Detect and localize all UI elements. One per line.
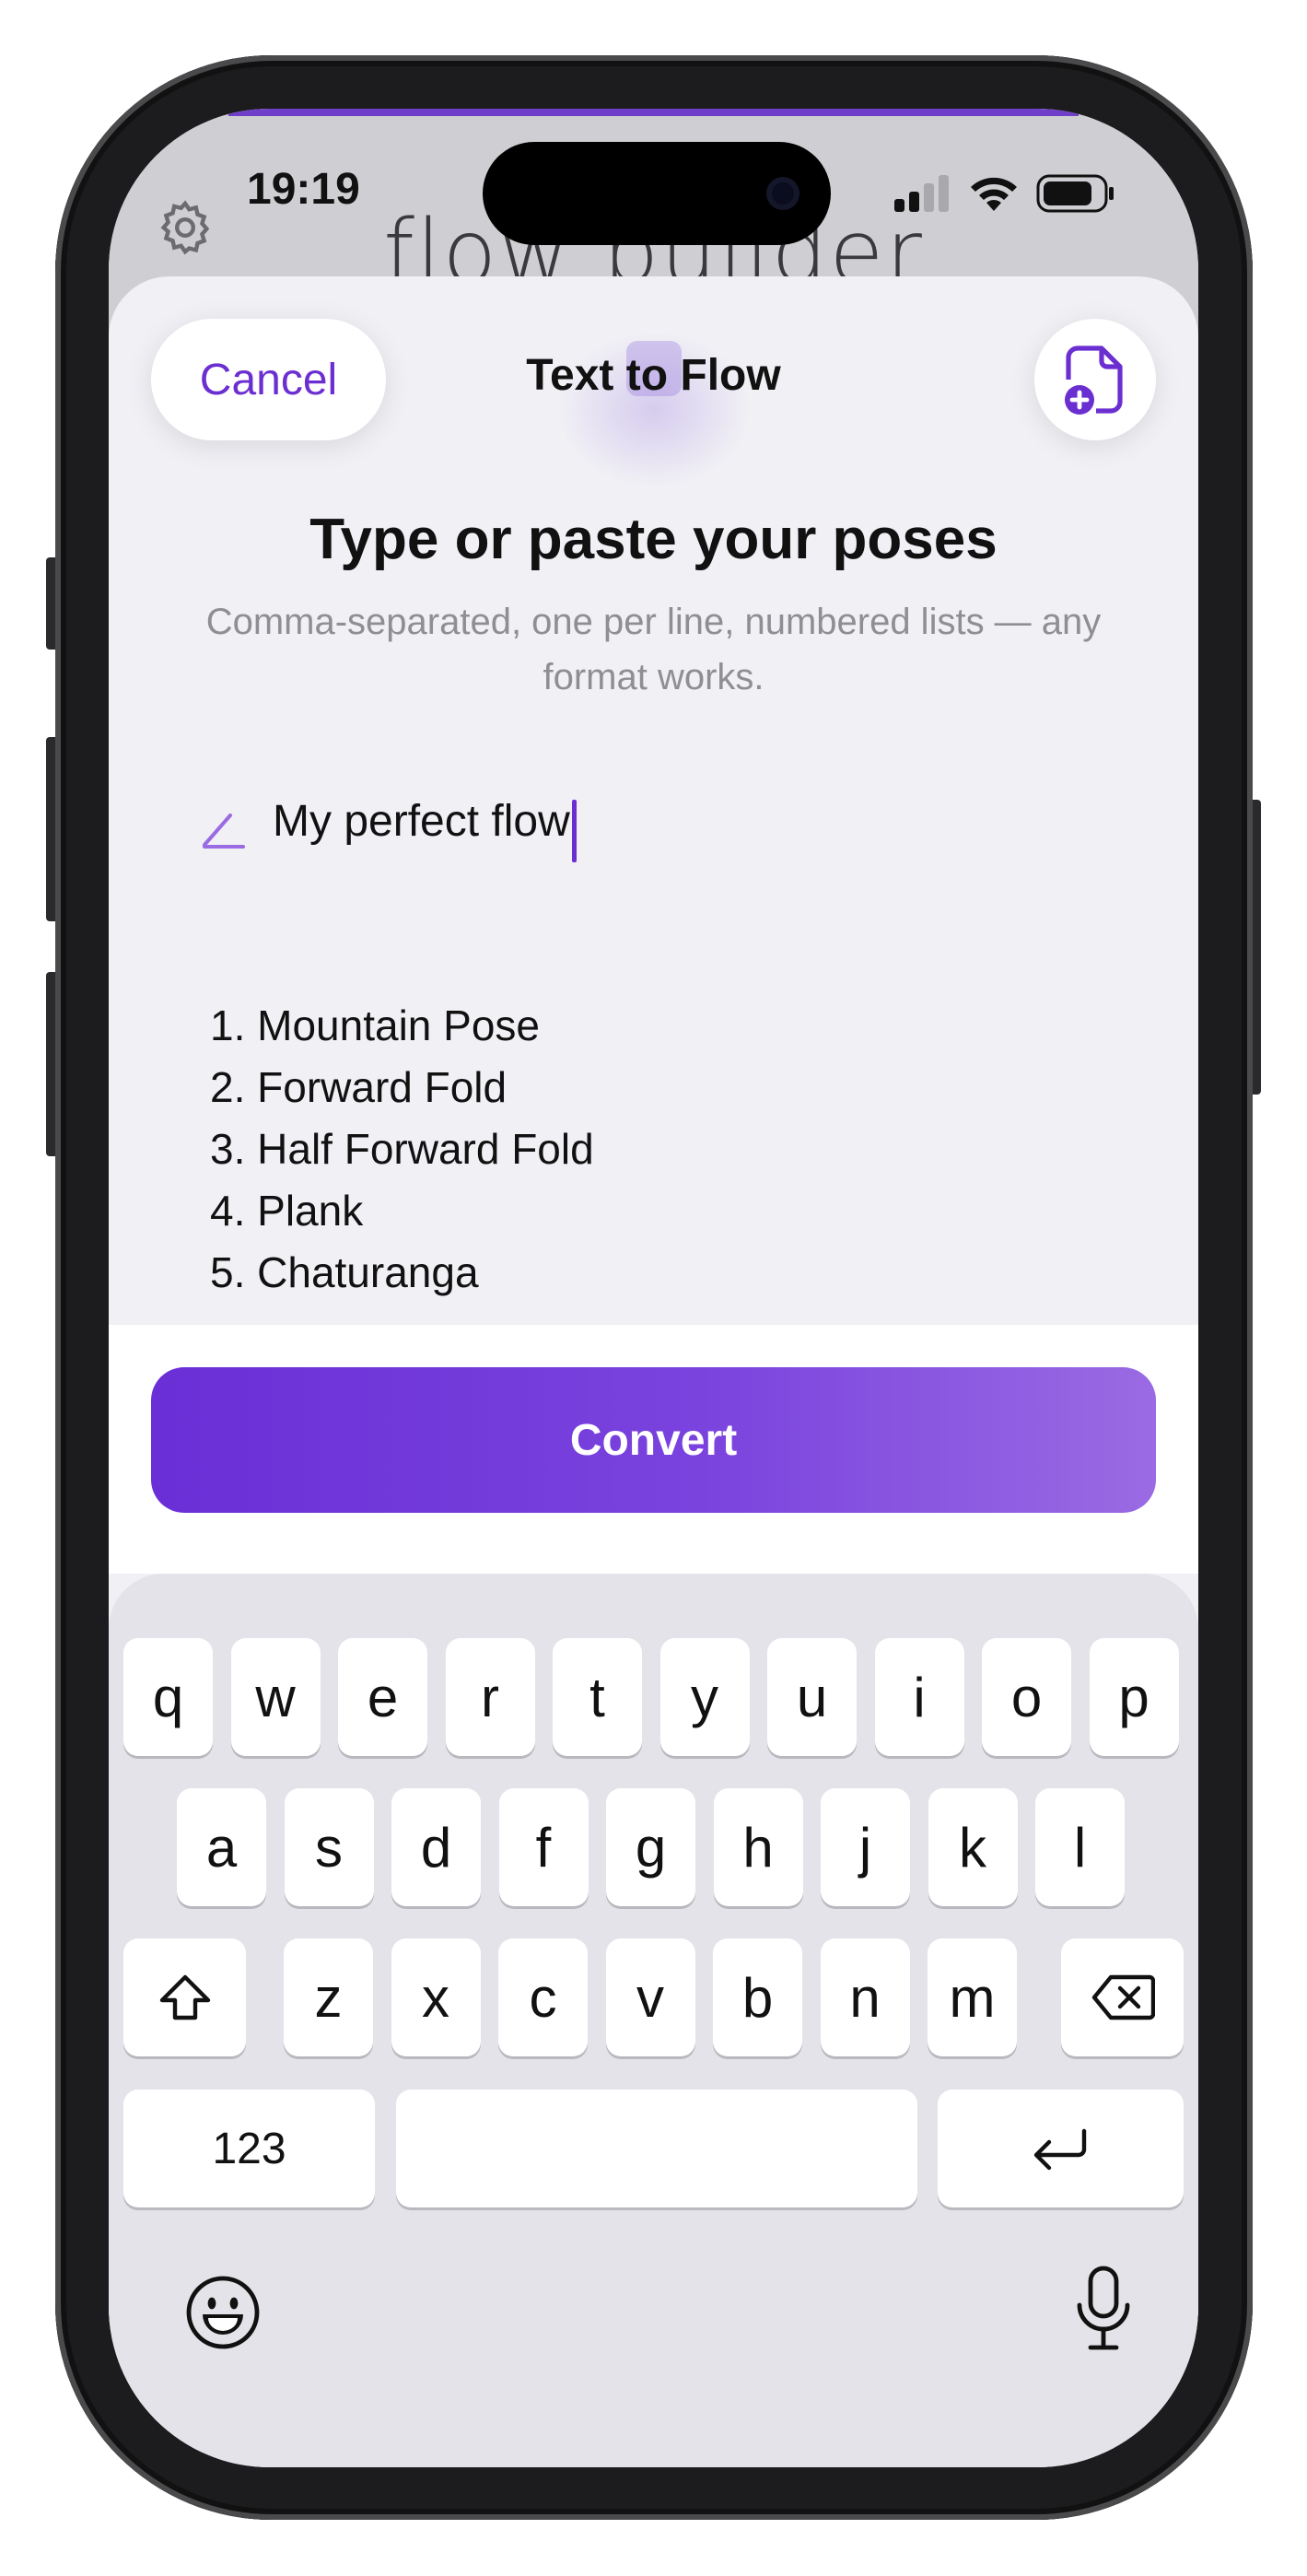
add-document-button[interactable] — [1034, 319, 1156, 440]
shift-icon — [159, 1974, 210, 2020]
key-f[interactable]: f — [498, 1788, 589, 1906]
status-icons — [894, 173, 1115, 214]
screen: flow builder 19:19 Cancel Text to Flow T… — [109, 109, 1198, 2467]
camera — [766, 177, 799, 210]
subtitle: Comma-separated, one per line, numbered … — [205, 602, 1102, 697]
key-u[interactable]: u — [767, 1638, 857, 1756]
signal-icon — [894, 175, 949, 212]
pencil-icon — [203, 814, 245, 849]
key-g[interactable]: g — [606, 1788, 695, 1906]
flow-name-field[interactable]: My perfect flow — [201, 792, 577, 866]
key-n[interactable]: n — [820, 1938, 910, 2056]
key-s[interactable]: s — [284, 1788, 374, 1906]
key-o[interactable]: o — [982, 1638, 1071, 1756]
background-accent-line — [228, 109, 1079, 116]
pose-line: 4. Plank — [210, 1187, 364, 1235]
key-t[interactable]: t — [553, 1638, 642, 1756]
key-d[interactable]: d — [391, 1788, 481, 1906]
emoji-icon[interactable] — [184, 2274, 262, 2351]
key-w[interactable]: w — [230, 1638, 321, 1756]
backspace-key[interactable] — [1061, 1938, 1184, 2056]
backspace-icon — [1091, 1974, 1155, 2020]
key-j[interactable]: j — [821, 1788, 910, 1906]
microphone-icon[interactable] — [1074, 2265, 1133, 2353]
text-cursor — [571, 800, 577, 863]
return-key[interactable] — [938, 2090, 1184, 2207]
poses-text-area[interactable]: 1. Mountain Pose 2. Forward Fold 3. Half F… — [210, 995, 1039, 1299]
status-time: 19:19 — [247, 165, 360, 214]
key-e[interactable]: e — [338, 1638, 427, 1756]
key-m[interactable]: m — [928, 1938, 1017, 2056]
space-key[interactable] — [396, 2090, 917, 2207]
pose-line: 1. Mountain Pose — [210, 1001, 541, 1049]
flow-name-input[interactable]: My perfect flow — [273, 797, 570, 846]
return-icon — [1033, 2128, 1086, 2171]
key-k[interactable]: k — [928, 1788, 1018, 1906]
heading: Type or paste your poses — [309, 508, 998, 571]
add-document-icon — [1065, 345, 1123, 415]
key-i[interactable]: i — [874, 1638, 964, 1756]
key-h[interactable]: h — [713, 1788, 803, 1906]
pose-line: 5. Chaturanga — [210, 1248, 479, 1296]
key-v[interactable]: v — [605, 1938, 695, 2056]
gear-icon — [160, 200, 210, 255]
key-q[interactable]: q — [123, 1638, 213, 1756]
pose-line: 3. Half Forward Fold — [210, 1125, 594, 1173]
pose-line: 2. Forward Fold — [210, 1063, 508, 1111]
key-c[interactable]: c — [498, 1938, 588, 2056]
convert-button[interactable]: Convert — [151, 1367, 1156, 1513]
shift-key[interactable] — [123, 1938, 246, 2056]
key-r[interactable]: r — [445, 1638, 535, 1756]
keyboard: 123 qwertyuiop asdfghjkl zxcvbnm — [109, 1574, 1198, 2467]
key-l[interactable]: l — [1035, 1788, 1125, 1906]
key-z[interactable]: z — [284, 1938, 373, 2056]
key-a[interactable]: a — [177, 1788, 266, 1906]
battery-icon — [1036, 174, 1114, 213]
key-y[interactable]: y — [659, 1638, 750, 1756]
dynamic-island — [483, 142, 831, 245]
numbers-key[interactable]: 123 — [123, 2090, 375, 2207]
key-x[interactable]: x — [391, 1938, 481, 2056]
key-b[interactable]: b — [713, 1938, 802, 2056]
wifi-icon — [971, 177, 1017, 211]
key-p[interactable]: p — [1089, 1638, 1179, 1756]
